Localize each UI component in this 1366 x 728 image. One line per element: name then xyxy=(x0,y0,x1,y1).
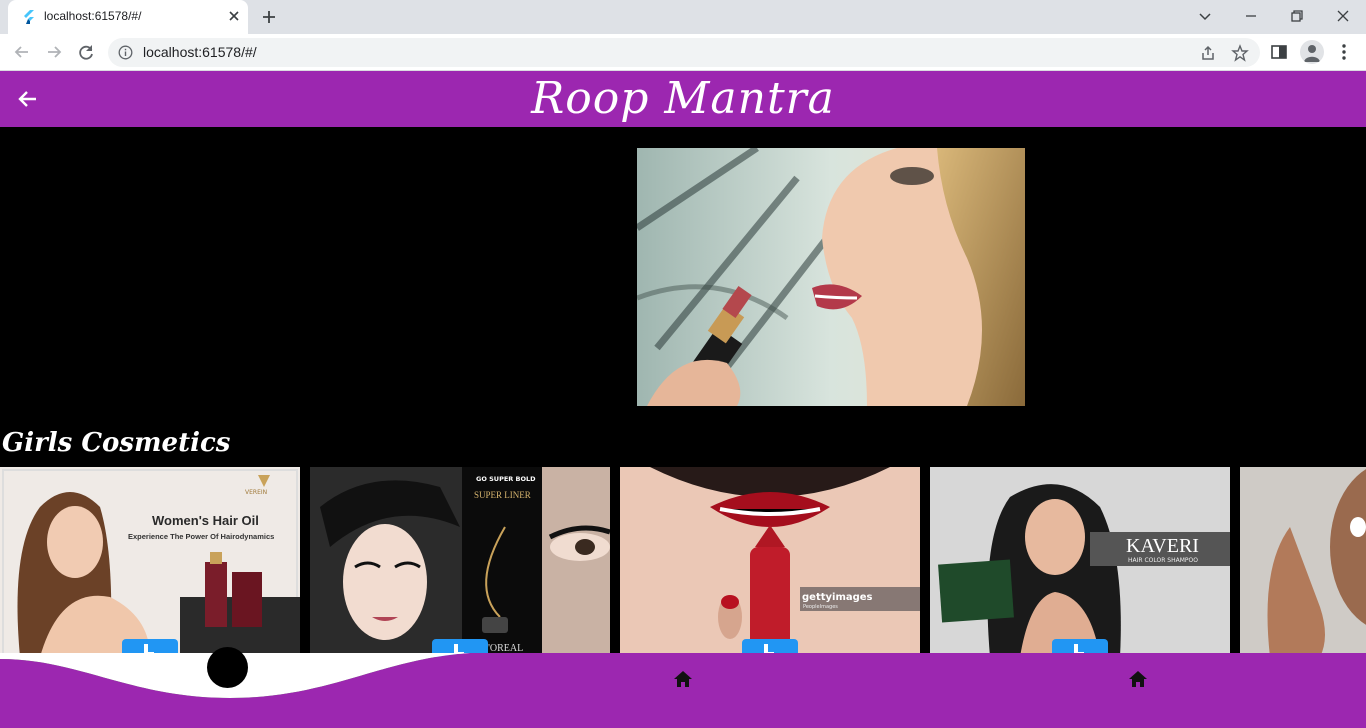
forward-nav-icon[interactable] xyxy=(43,41,65,63)
card-subheading: HAIR COLOR SHAMPOO xyxy=(1128,557,1198,564)
hair-oil-card[interactable]: VEREIN Women's Hair Oil Experience The P… xyxy=(0,467,300,657)
browser-toolbar: localhost:61578/#/ xyxy=(0,34,1366,71)
card-tag: GO SUPER BOLD xyxy=(476,475,536,483)
product-carousel[interactable]: VEREIN Women's Hair Oil Experience The P… xyxy=(0,467,1366,657)
restore-icon[interactable] xyxy=(1287,6,1307,26)
tab-search-icon[interactable] xyxy=(1195,6,1215,26)
url-text: localhost:61578/#/ xyxy=(143,44,257,60)
shampoo-card[interactable]: KAVERI HAIR COLOR SHAMPOO xyxy=(930,467,1230,657)
close-window-icon[interactable] xyxy=(1333,6,1353,26)
eyeliner-ad-image xyxy=(310,467,610,657)
active-nav-indicator[interactable] xyxy=(207,647,248,688)
arrow-back-icon[interactable] xyxy=(16,87,40,111)
new-tab-icon[interactable] xyxy=(258,6,280,28)
site-info-icon[interactable] xyxy=(118,45,133,60)
close-tab-icon[interactable] xyxy=(226,8,242,24)
card-brand: VEREIN xyxy=(245,489,268,496)
section-title: Girls Cosmetics xyxy=(2,428,231,458)
app-title: Roop Mantra xyxy=(531,73,835,124)
reload-icon[interactable] xyxy=(75,41,97,63)
bookmark-star-icon[interactable] xyxy=(1231,44,1249,62)
card-subheading: Experience The Power Of Hairodynamics xyxy=(128,532,275,541)
card-brand: KAVERI xyxy=(1126,535,1199,557)
curved-nav-background xyxy=(0,653,1366,728)
share-icon[interactable] xyxy=(1199,44,1217,62)
tab-title: localhost:61578/#/ xyxy=(44,9,142,23)
home-icon[interactable] xyxy=(1127,669,1149,689)
minimize-icon[interactable] xyxy=(1241,6,1261,26)
getty-watermark: gettyimages xyxy=(802,592,873,603)
lipstick-photo xyxy=(637,148,1025,406)
skincare-ad-image xyxy=(1240,467,1366,657)
card-heading: Women's Hair Oil xyxy=(152,513,259,528)
back-nav-icon[interactable] xyxy=(11,41,33,63)
flutter-icon xyxy=(24,10,34,24)
eyeliner-card[interactable]: GO SUPER BOLD SUPER LINER L'OREAL xyxy=(310,467,610,657)
skincare-card[interactable] xyxy=(1240,467,1366,657)
card-product: SUPER LINER xyxy=(474,490,531,500)
browser-tab[interactable]: localhost:61578/#/ xyxy=(8,0,248,34)
brand-logo-icon xyxy=(258,475,270,487)
person-icon xyxy=(1304,45,1320,62)
home-icon[interactable] xyxy=(672,669,694,689)
hero-banner-image xyxy=(637,148,1025,406)
lipstick-ad-image xyxy=(620,467,920,657)
profile-avatar[interactable] xyxy=(1300,40,1324,64)
address-bar[interactable]: localhost:61578/#/ xyxy=(108,38,1260,67)
app-bar: Roop Mantra xyxy=(0,71,1366,127)
bottom-navigation-bar xyxy=(0,647,1366,728)
side-panel-icon[interactable] xyxy=(1269,42,1289,62)
browser-tab-strip: localhost:61578/#/ xyxy=(0,0,1366,34)
menu-kebab-icon[interactable] xyxy=(1334,42,1354,62)
lipstick-card[interactable]: gettyimages PeopleImages xyxy=(620,467,920,657)
photo-credit: PeopleImages xyxy=(803,604,838,610)
